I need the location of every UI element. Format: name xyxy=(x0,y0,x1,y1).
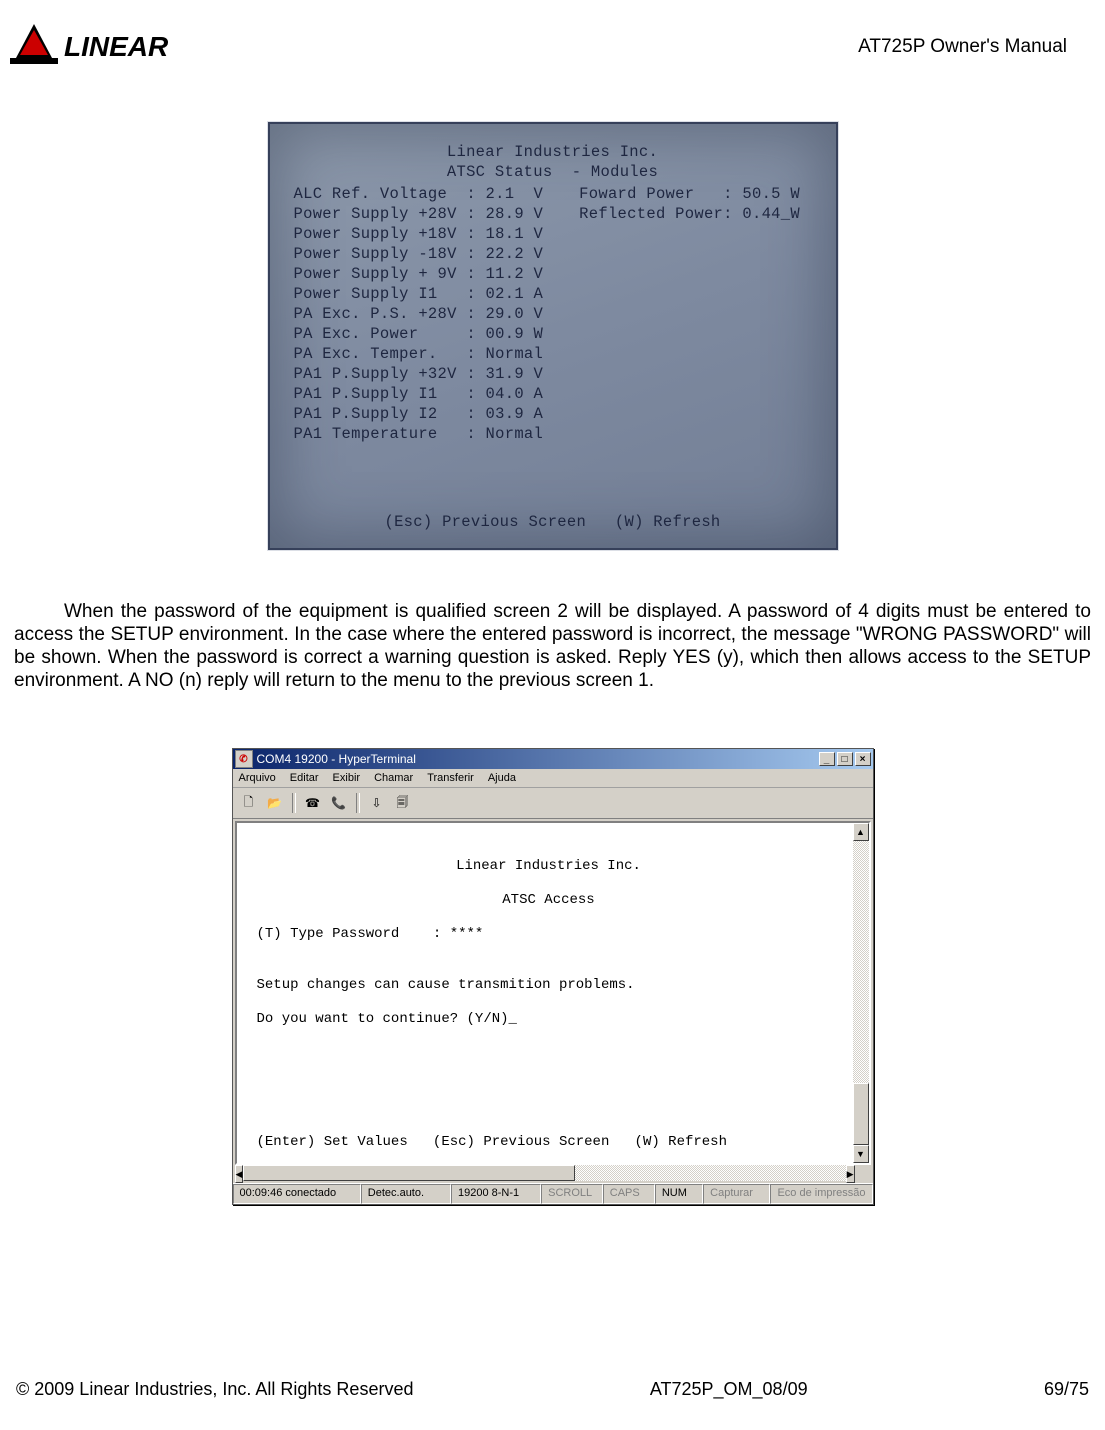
footer-copyright: © 2009 Linear Industries, Inc. All Right… xyxy=(16,1379,413,1400)
term-title-1: Linear Industries Inc. xyxy=(257,858,841,875)
menu-file[interactable]: Arquivo xyxy=(239,772,276,784)
crt-row-right: Foward Power : 50.5 W xyxy=(579,184,800,204)
term-title-2: ATSC Access xyxy=(257,892,841,909)
scroll-thumb[interactable] xyxy=(853,1083,869,1145)
crt-row: PA Exc. P.S. +28V : 29.0 V xyxy=(294,304,544,324)
status-capture: Capturar xyxy=(703,1184,770,1204)
term-line-warning2: Do you want to continue? (Y/N)_ xyxy=(257,1011,841,1028)
manual-page: LINEAR AT725P Owner's Manual Linear Indu… xyxy=(0,0,1105,1430)
crt-title-1: Linear Industries Inc. xyxy=(294,142,812,162)
status-caps: CAPS xyxy=(603,1184,655,1204)
menu-help[interactable]: Ajuda xyxy=(488,772,516,784)
crt-row-right: Reflected Power: 0.44_W xyxy=(579,204,800,224)
term-footer-hints: (Enter) Set Values (Esc) Previous Screen… xyxy=(257,1134,841,1151)
linear-logo: LINEAR xyxy=(10,18,210,68)
maximize-button[interactable]: □ xyxy=(837,752,853,766)
crt-row: Power Supply + 9V : 11.2 V xyxy=(294,264,544,284)
page-title: AT725P Owner's Manual xyxy=(858,36,1067,58)
connect-icon[interactable]: ☎ xyxy=(301,792,325,814)
hyperterminal-window: ✆ COM4 19200 - HyperTerminal _ □ × Arqui… xyxy=(232,748,874,1205)
titlebar: ✆ COM4 19200 - HyperTerminal _ □ × xyxy=(233,749,873,769)
terminal-area[interactable]: Linear Industries Inc. ATSC Access (T) T… xyxy=(237,823,853,1163)
status-num: NUM xyxy=(655,1184,703,1204)
page-footer: © 2009 Linear Industries, Inc. All Right… xyxy=(10,1379,1095,1400)
minimize-button[interactable]: _ xyxy=(819,752,835,766)
scroll-right-icon[interactable]: ▶ xyxy=(846,1165,855,1183)
disconnect-icon[interactable]: 📞 xyxy=(327,792,351,814)
term-line-password: (T) Type Password : **** xyxy=(257,926,841,943)
status-time: 00:09:46 conectado xyxy=(233,1184,361,1204)
statusbar: 00:09:46 conectado Detec.auto. 19200 8-N… xyxy=(233,1183,873,1204)
scroll-left-icon[interactable]: ◀ xyxy=(235,1165,244,1183)
footer-page-number: 69/75 xyxy=(1044,1379,1089,1400)
crt-row: Power Supply I1 : 02.1 A xyxy=(294,284,544,304)
term-line-warning1: Setup changes can cause transmition prob… xyxy=(257,977,841,994)
scroll-up-icon[interactable]: ▲ xyxy=(853,823,869,841)
crt-title-2: ATSC Status - Modules xyxy=(294,162,812,182)
open-icon[interactable]: 📂 xyxy=(263,792,287,814)
menu-call[interactable]: Chamar xyxy=(374,772,413,784)
toolbar: 🗋 📂 ☎ 📞 ⇩ 🗐 xyxy=(233,788,873,819)
status-baud: 19200 8-N-1 xyxy=(451,1184,541,1204)
page-header: LINEAR AT725P Owner's Manual xyxy=(10,24,1095,84)
close-button[interactable]: × xyxy=(855,752,871,766)
body-paragraph: When the password of the equipment is qu… xyxy=(10,600,1095,692)
atsc-status-screen-photo: Linear Industries Inc. ATSC Status - Mod… xyxy=(268,122,838,550)
crt-row: PA Exc. Power : 00.9 W xyxy=(294,324,544,344)
crt-row: PA Exc. Temper. : Normal xyxy=(294,344,544,364)
status-echo: Eco de impressão xyxy=(770,1184,872,1204)
brand-text: LINEAR xyxy=(64,31,169,62)
scroll-thumb-h[interactable] xyxy=(243,1165,575,1181)
crt-row: Power Supply +28V : 28.9 V xyxy=(294,204,544,224)
menu-edit[interactable]: Editar xyxy=(290,772,319,784)
window-title: COM4 19200 - HyperTerminal xyxy=(257,752,416,766)
menubar: Arquivo Editar Exibir Chamar Transferir … xyxy=(233,769,873,788)
status-scroll: SCROLL xyxy=(541,1184,603,1204)
hyperterminal-icon: ✆ xyxy=(235,750,253,768)
properties-icon[interactable]: 🗐 xyxy=(391,792,415,814)
crt-row: PA1 Temperature : Normal xyxy=(294,424,544,444)
menu-view[interactable]: Exibir xyxy=(333,772,361,784)
crt-footer-hints: (Esc) Previous Screen (W) Refresh xyxy=(270,512,836,532)
crt-row: PA1 P.Supply I1 : 04.0 A xyxy=(294,384,544,404)
new-icon[interactable]: 🗋 xyxy=(237,792,261,814)
footer-docid: AT725P_OM_08/09 xyxy=(650,1379,808,1400)
crt-row: Power Supply +18V : 18.1 V xyxy=(294,224,544,244)
horizontal-scrollbar[interactable]: ◀ ▶ xyxy=(235,1165,871,1181)
crt-row: PA1 P.Supply +32V : 31.9 V xyxy=(294,364,544,384)
vertical-scrollbar[interactable]: ▲ ▼ xyxy=(853,823,869,1163)
crt-row: Power Supply -18V : 22.2 V xyxy=(294,244,544,264)
crt-row: ALC Ref. Voltage : 2.1 V xyxy=(294,184,544,204)
crt-row: PA1 P.Supply I2 : 03.9 A xyxy=(294,404,544,424)
menu-transfer[interactable]: Transferir xyxy=(427,772,474,784)
send-icon[interactable]: ⇩ xyxy=(365,792,389,814)
scroll-down-icon[interactable]: ▼ xyxy=(853,1145,869,1163)
status-detect: Detec.auto. xyxy=(361,1184,451,1204)
